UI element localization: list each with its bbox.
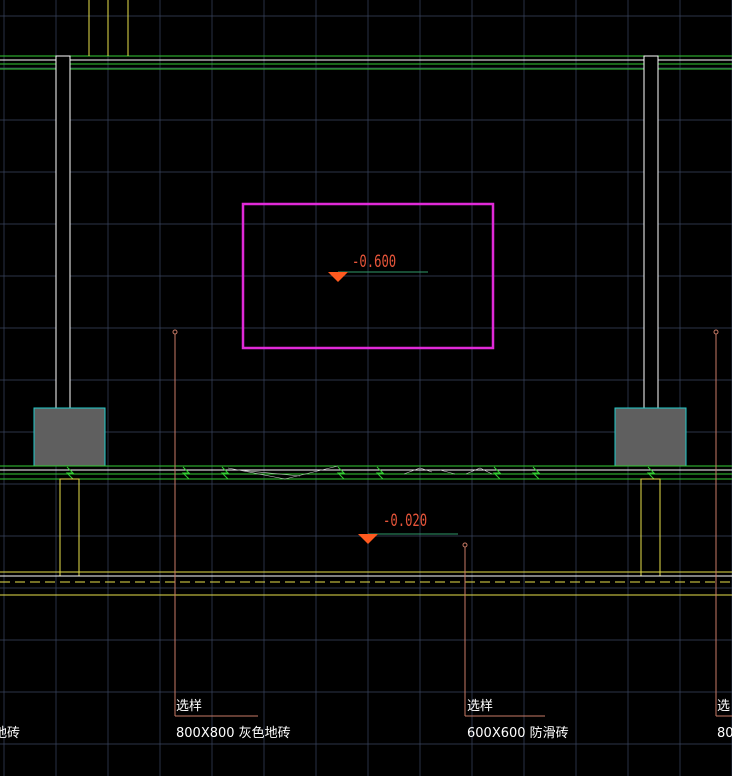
callout-center-right-line2: 600X600 防滑砖	[467, 725, 569, 741]
leader-dot	[713, 329, 719, 335]
break-mark	[531, 466, 541, 480]
right-footing	[640, 478, 661, 577]
break-mark	[646, 466, 656, 480]
upper-beam-lines	[0, 55, 732, 70]
slab-sketch-lines	[227, 465, 493, 480]
footing-outlines	[59, 478, 661, 577]
right-wall	[643, 55, 659, 409]
left-wall	[55, 55, 71, 409]
elevation-marker-lower[interactable]: -0.020	[358, 511, 458, 544]
ground-lines	[0, 571, 732, 596]
background-grid	[0, 0, 732, 776]
right-column	[614, 407, 687, 467]
break-mark	[336, 466, 346, 480]
cad-drawing-canvas[interactable]: -0.600 -0.020 地砖 选样 800X800 灰色地砖 选样 600X…	[0, 0, 732, 776]
break-mark	[181, 466, 191, 480]
callout-right-edge-line1: 选	[717, 699, 730, 714]
callout-right-edge-line2: 80	[717, 726, 732, 741]
leader-dot	[172, 329, 178, 335]
elevation-triangle	[328, 272, 348, 282]
left-column	[33, 407, 106, 467]
break-mark	[492, 466, 502, 480]
elevation-value-upper: -0.600	[352, 252, 396, 272]
left-footing	[59, 478, 80, 577]
callout-center-left-line1: 选样	[176, 699, 202, 714]
leader-dot	[462, 542, 468, 548]
elevation-triangle	[358, 534, 378, 544]
callout-labels: 地砖 选样 800X800 灰色地砖 选样 600X600 防滑砖 选 80	[0, 699, 732, 741]
elevation-marker-upper[interactable]: -0.600	[328, 252, 428, 282]
break-mark	[65, 466, 75, 480]
callout-center-left-line2: 800X800 灰色地砖	[176, 725, 291, 741]
callout-left-edge-line2: 地砖	[0, 726, 20, 741]
floor-slab-lines	[0, 465, 732, 480]
slab-break-marks	[65, 466, 656, 480]
top-column-outline	[88, 0, 129, 56]
callout-center-right-line1: 选样	[467, 699, 493, 714]
break-mark	[220, 466, 230, 480]
elevation-value-lower: -0.020	[383, 511, 427, 531]
break-mark	[375, 466, 385, 480]
